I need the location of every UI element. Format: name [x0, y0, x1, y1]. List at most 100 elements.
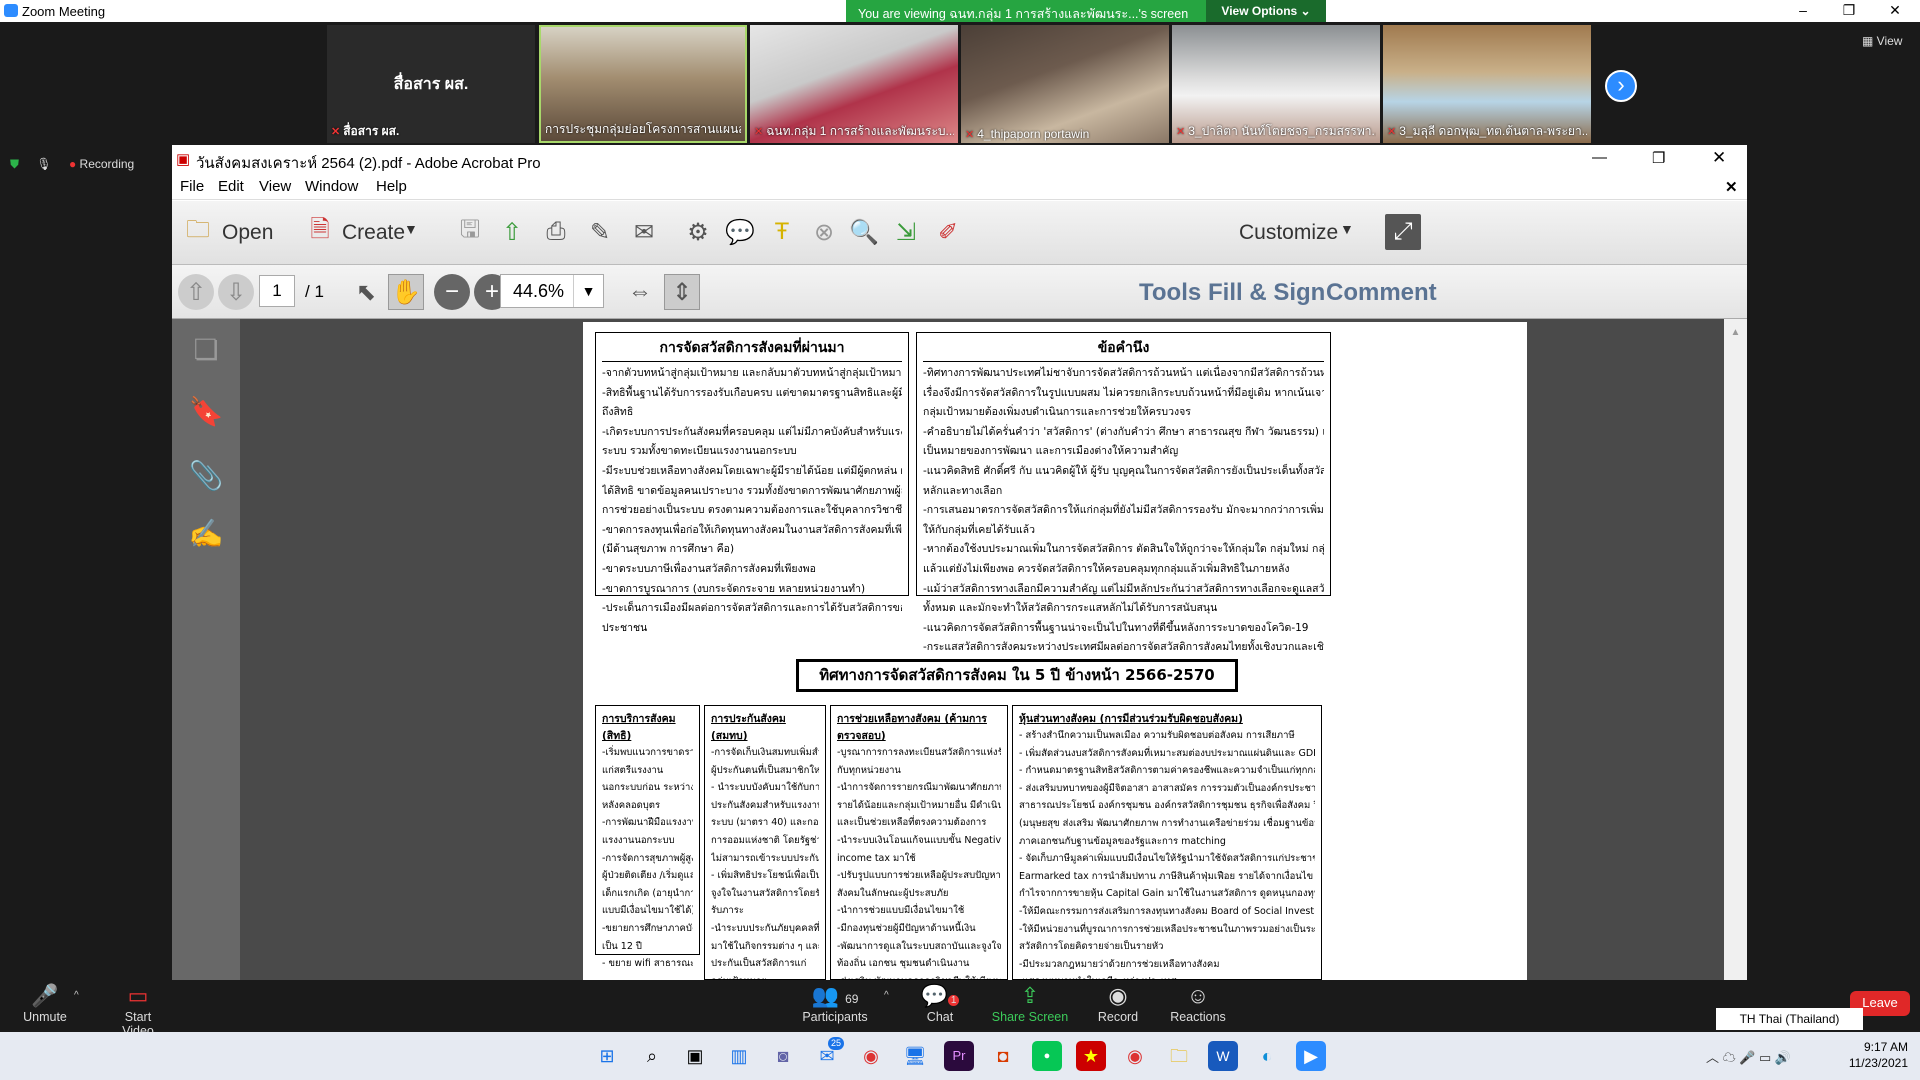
- recording-dot-icon: ●: [68, 157, 77, 171]
- zoom-taskbar-icon[interactable]: ▶: [1296, 1041, 1326, 1071]
- participants-chevron-icon[interactable]: ^: [884, 990, 889, 1001]
- participant-tile[interactable]: การประชุมกลุ่มย่อยโครงการสานแผนสร้...: [539, 25, 747, 143]
- tools-pane-link[interactable]: Tools: [1139, 279, 1201, 307]
- acrobat-close-button[interactable]: ✕: [1712, 148, 1726, 168]
- premiere-icon[interactable]: Pr: [944, 1041, 974, 1071]
- social-partnership-line: ภาคเอกชนกับฐานข้อมูลของรัฐและการ matchin…: [1019, 835, 1226, 847]
- create-button[interactable]: Create: [342, 221, 405, 245]
- sign-icon[interactable]: ✐: [930, 214, 966, 250]
- fit-width-icon[interactable]: ⇔: [622, 274, 658, 310]
- next-page-arrow-icon[interactable]: ›: [1605, 70, 1637, 102]
- chrome-icon[interactable]: ◉: [856, 1041, 886, 1071]
- start-icon[interactable]: ⊞: [592, 1041, 622, 1071]
- zoom-out-icon[interactable]: −: [434, 274, 470, 310]
- task-view-icon[interactable]: ▣: [680, 1041, 710, 1071]
- chrome-alt-icon[interactable]: ◉: [1120, 1041, 1150, 1071]
- search-page-icon[interactable]: 🔍: [846, 214, 882, 250]
- edge-icon[interactable]: ◐: [1252, 1041, 1282, 1071]
- participant-tile[interactable]: ✕ 3_ปาลิตา นันท์โตยชจร_กรมสรรพา...: [1172, 25, 1380, 143]
- menu-window[interactable]: Window: [305, 178, 358, 195]
- menu-edit[interactable]: Edit: [218, 178, 244, 195]
- social-assistance-line: และเป็นช่วยเหลือที่ตรงความต้องการ: [837, 817, 987, 829]
- start-video-button[interactable]: ▭ Start Video: [108, 982, 168, 1038]
- social-assistance-line: -ส่งเสริม พัฒนาบุคลากรวิชาชีพให้เพียงพอใ…: [837, 973, 1001, 980]
- page-number-input[interactable]: 1: [259, 275, 295, 307]
- email-icon[interactable]: ✉: [626, 214, 662, 250]
- acrobat-minimize-button[interactable]: —: [1592, 149, 1607, 166]
- view-options-button[interactable]: View Options ⌄: [1206, 0, 1326, 22]
- unmute-button[interactable]: 🎤 Unmute: [20, 982, 70, 1024]
- line-icon[interactable]: ●: [1032, 1041, 1062, 1071]
- record-button[interactable]: ◉ Record: [1095, 982, 1141, 1024]
- minimize-button[interactable]: –: [1780, 0, 1826, 22]
- office-icon[interactable]: ◘: [988, 1041, 1018, 1071]
- audio-options-chevron-icon[interactable]: ^: [74, 990, 79, 1001]
- previous-page-icon[interactable]: ⇧: [178, 274, 214, 310]
- hand-tool-icon[interactable]: ✋: [388, 274, 424, 310]
- edit-icon[interactable]: ✎: [582, 214, 618, 250]
- language-indicator[interactable]: TH Thai (Thailand): [1716, 1008, 1863, 1030]
- teams-chat-icon[interactable]: ◙: [768, 1041, 798, 1071]
- page-thumbnails-icon[interactable]: ❏: [188, 333, 224, 369]
- zoom-dropdown-icon[interactable]: ▼: [573, 275, 603, 307]
- customize-button[interactable]: Customize: [1239, 221, 1338, 245]
- signature-icon[interactable]: ✍: [188, 517, 224, 553]
- muted-mic-icon: ✕: [1387, 126, 1397, 138]
- delete-page-icon[interactable]: ⊗: [806, 214, 842, 250]
- file-explorer-icon[interactable]: 🗀: [1164, 1041, 1194, 1071]
- considerations-line: -หากต้องใช้งบประมาณเพิ่มในการจัดสวัสดิกา…: [923, 543, 1324, 556]
- bookmark-icon[interactable]: 🔖: [188, 395, 224, 431]
- select-cursor-icon[interactable]: ⬉: [348, 274, 384, 310]
- social-service-line: - ขยาย wifi สาธารณะ: [602, 958, 693, 970]
- print-icon[interactable]: ⎙: [538, 214, 574, 250]
- participant-tile[interactable]: ✕ 4_thipaporn portawin: [961, 25, 1169, 143]
- app-star-icon[interactable]: ★: [1076, 1041, 1106, 1071]
- view-button[interactable]: ▦ View: [1862, 34, 1902, 48]
- attachment-icon[interactable]: 📎: [188, 459, 224, 495]
- social-partnership-line: (มนุษยสุข ส่งเสริม พัฒนาศักยภาพ การทำงาน…: [1019, 817, 1315, 829]
- comment-bubble-icon[interactable]: 💬: [722, 214, 758, 250]
- save-icon[interactable]: 🖫: [452, 214, 488, 250]
- participant-tile[interactable]: ✕ ฉนท.กลุ่ม 1 การสร้างและพัฒนระบ...: [750, 25, 958, 143]
- menu-help[interactable]: Help: [376, 178, 407, 195]
- page-total: / 1: [305, 282, 324, 301]
- customize-dropdown-icon[interactable]: ▼: [1340, 221, 1354, 237]
- word-icon[interactable]: W: [1208, 1041, 1238, 1071]
- social-partnership-title: หุ้นส่วนทางสังคม (การมีส่วนร่วมรับผิดชอบ…: [1019, 713, 1243, 725]
- close-button[interactable]: ✕: [1872, 0, 1918, 22]
- fullscreen-icon[interactable]: ⤢: [1385, 214, 1421, 250]
- remote-desktop-icon[interactable]: 🖥: [900, 1041, 930, 1071]
- chat-button[interactable]: 💬 1 Chat: [920, 982, 960, 1024]
- vertical-scrollbar[interactable]: ▲: [1724, 319, 1747, 980]
- share-screen-button[interactable]: ⇪ Share Screen: [990, 982, 1070, 1024]
- export-icon[interactable]: ⇲: [888, 214, 924, 250]
- fill-sign-pane-link[interactable]: Fill & Sign: [1208, 279, 1325, 307]
- acrobat-restore-button[interactable]: ❐: [1652, 149, 1665, 167]
- fit-page-icon[interactable]: ⇕: [664, 274, 700, 310]
- menu-view[interactable]: View: [259, 178, 291, 195]
- close-document-icon[interactable]: ✕: [1725, 178, 1738, 196]
- system-tray[interactable]: ︿ ☁ 🎤 ▭ 🔊: [1706, 1047, 1791, 1066]
- widgets-icon[interactable]: ▥: [724, 1041, 754, 1071]
- comment-pane-link[interactable]: Comment: [1326, 279, 1437, 307]
- next-page-icon[interactable]: ⇩: [218, 274, 254, 310]
- search-icon[interactable]: ⌕: [637, 1041, 667, 1071]
- muted-mic-icon: ✕: [1176, 126, 1186, 138]
- open-button[interactable]: Open: [222, 221, 273, 245]
- windows-taskbar: ⊞ ⌕ ▣ ▥ ◙ ✉ 25 ◉ 🖥 Pr ◘ ● ★ ◉ 🗀 W ◐ ▶ ︿ ☁…: [0, 1032, 1920, 1080]
- zoom-app-icon: [4, 4, 18, 17]
- system-clock[interactable]: 9:17 AM 11/23/2021: [1849, 1039, 1908, 1071]
- highlight-text-icon[interactable]: Ŧ: [764, 214, 800, 250]
- menu-file[interactable]: File: [180, 178, 204, 195]
- participant-tile[interactable]: ✕ 3_มลุลี ดอกพุฒ_ทต.ต้นตาล-พระยา...: [1383, 25, 1591, 143]
- participants-button[interactable]: 👥 69 Participants: [800, 982, 870, 1024]
- mail-icon[interactable]: ✉ 25: [812, 1037, 845, 1071]
- create-dropdown-icon[interactable]: ▼: [404, 221, 418, 237]
- scroll-up-icon[interactable]: ▲: [1724, 327, 1747, 338]
- reactions-button[interactable]: ☺ Reactions: [1170, 982, 1226, 1024]
- upload-icon[interactable]: ⇧: [494, 214, 530, 250]
- participant-tile[interactable]: สื่อสาร ผส. ✕ สื่อสาร ผส.: [327, 25, 535, 143]
- pdf-file-icon: ▣: [176, 151, 191, 168]
- maximize-button[interactable]: ❐: [1826, 0, 1872, 22]
- gear-icon[interactable]: ⚙: [680, 214, 716, 250]
